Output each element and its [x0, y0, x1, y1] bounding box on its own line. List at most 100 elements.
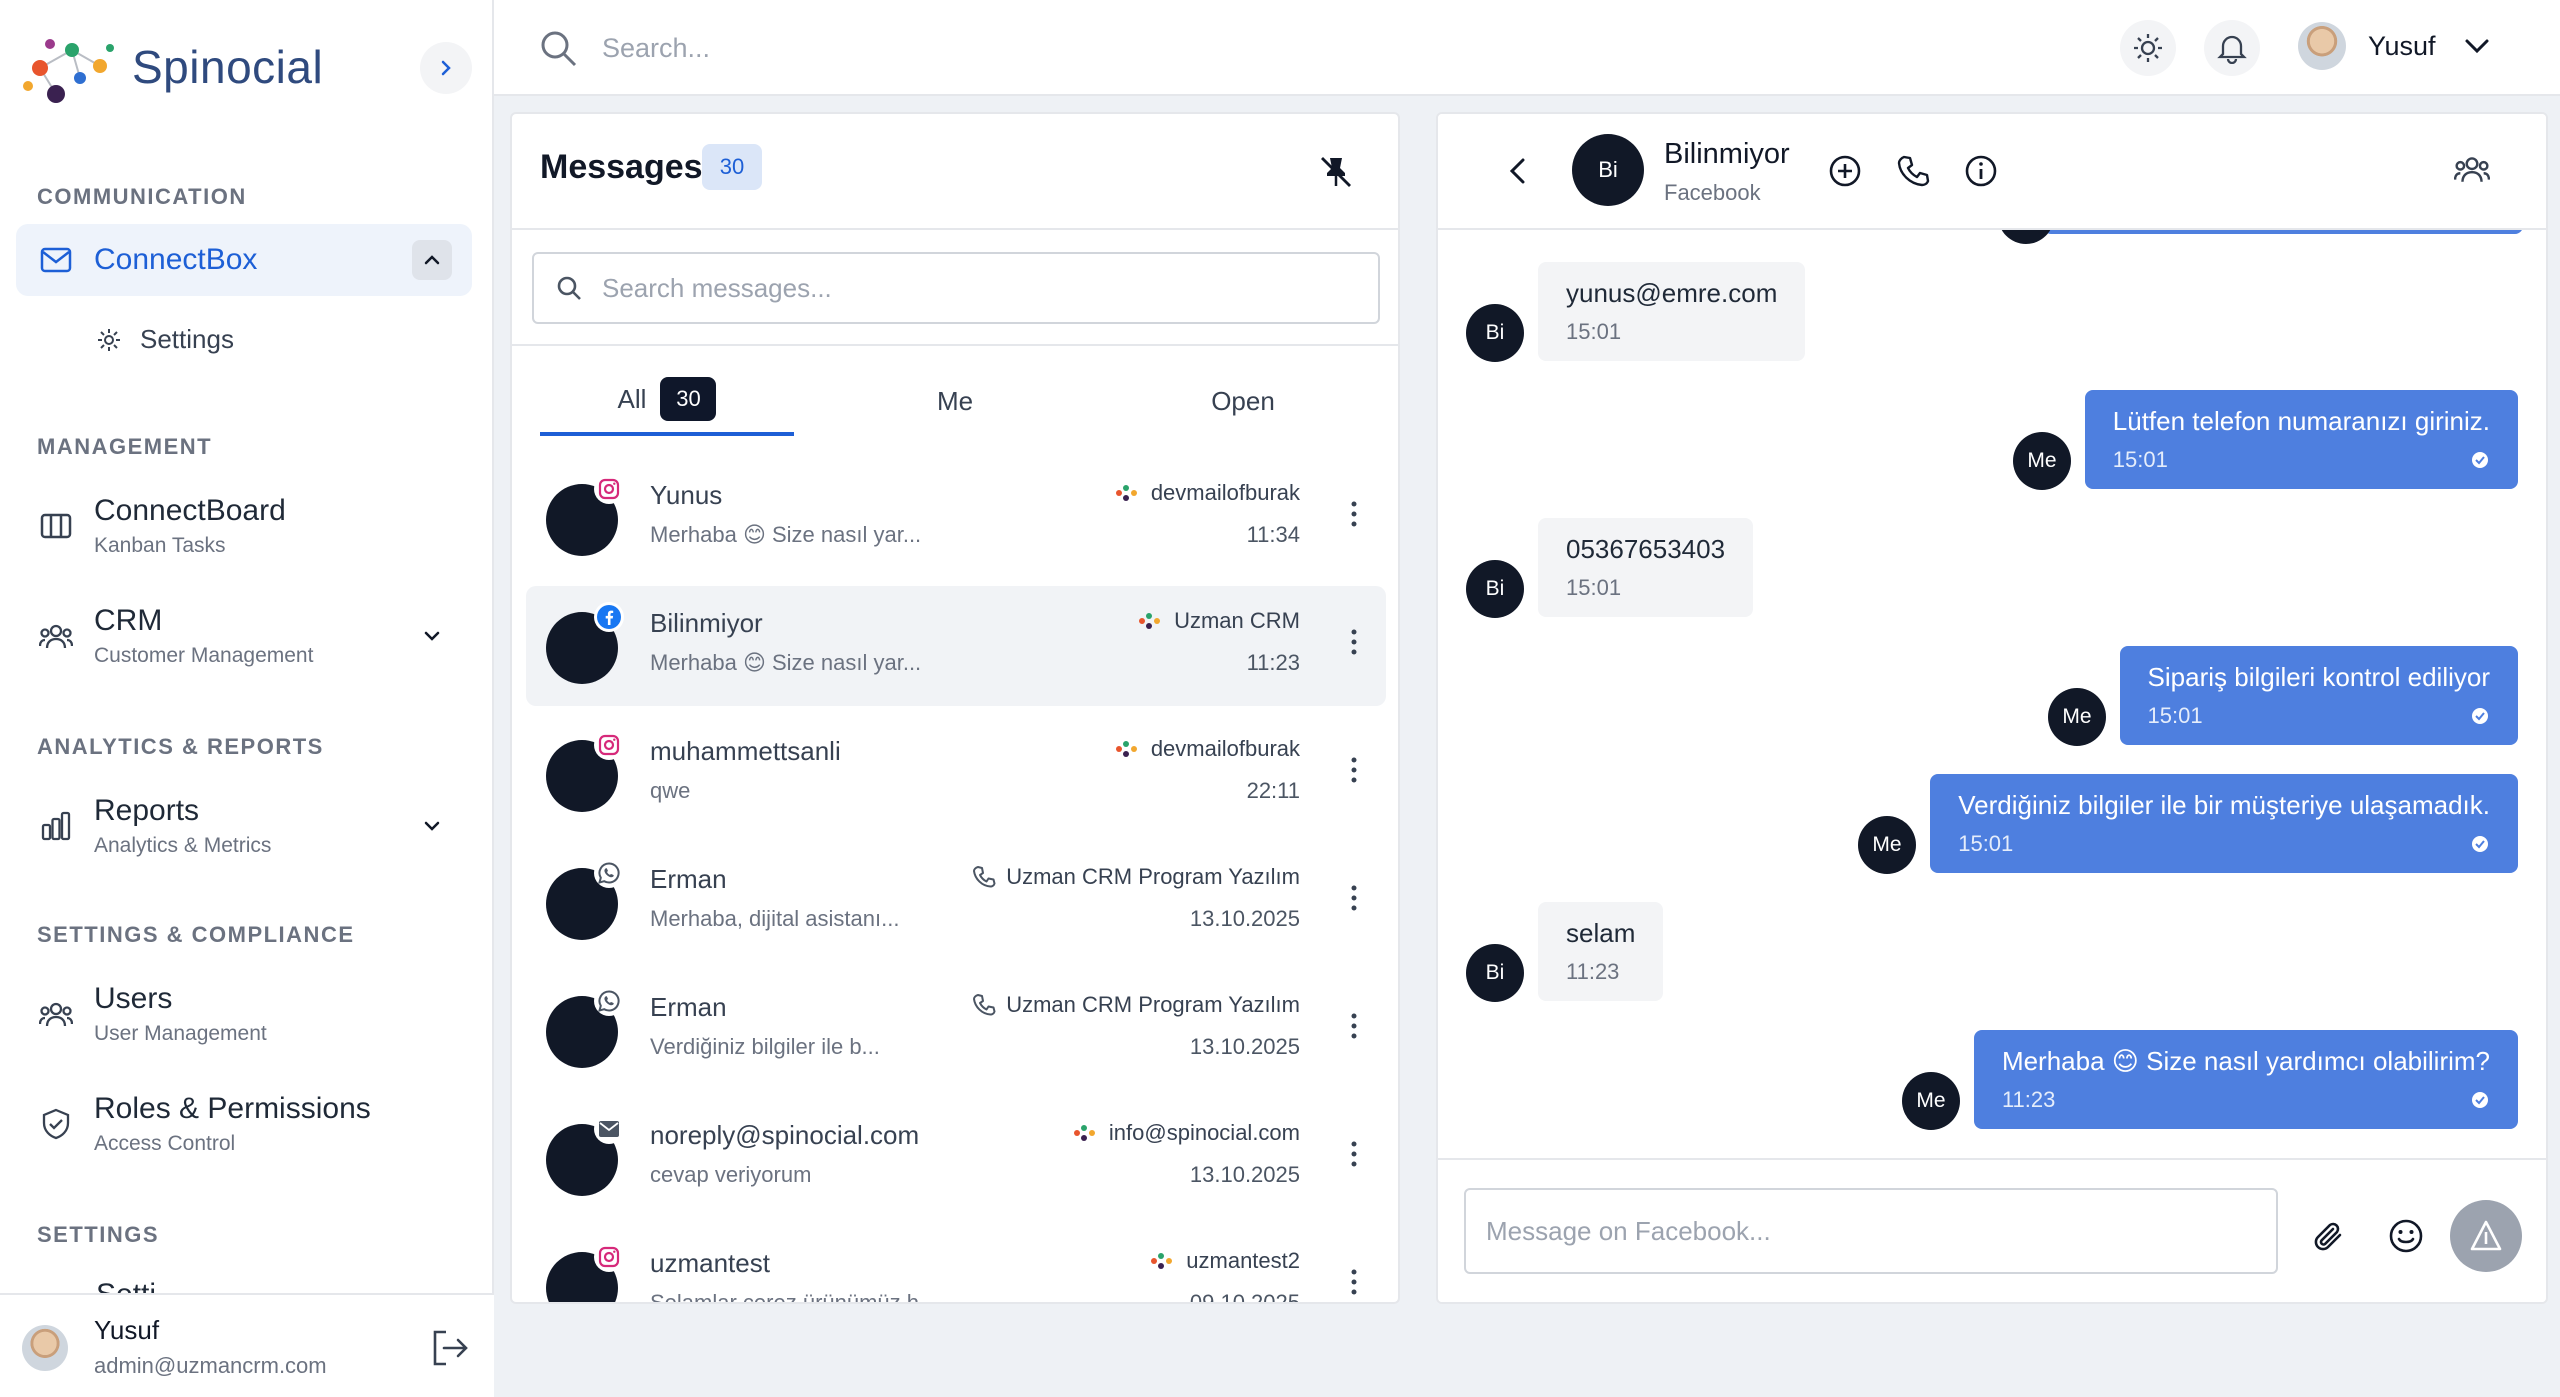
sun-icon	[2134, 34, 2162, 62]
more-vertical-icon	[1351, 885, 1357, 911]
section-title-settings: SETTINGS	[37, 1222, 160, 1247]
conversation-time: 11:34	[1246, 522, 1300, 547]
message-bubble: Merhaba 😊 Size nasıl yardımcı olabilirim…	[1973, 1030, 2518, 1129]
conversation-item[interactable]: Bilinmiyor Merhaba 😊 Size nasıl yar... Uzm…	[526, 586, 1386, 706]
sidebar-item-sub: Analytics & Metrics	[94, 834, 272, 857]
sidebar-subitem-label: Settings	[140, 324, 234, 354]
emoji-button[interactable]	[2388, 1218, 2424, 1254]
conversation-time: 13.10.2025	[1189, 1162, 1300, 1187]
conversation-name: noreply@spinocial.com	[650, 1120, 920, 1150]
user-menu[interactable]: Yusuf	[2298, 22, 2492, 70]
conversation-time: 22:11	[1246, 778, 1300, 803]
conversation-item[interactable]: noreply@spinocial.com cevap veriyorum info…	[526, 1098, 1386, 1218]
sidebar-item-roles[interactable]: Roles & Permissions Access Control	[16, 1086, 472, 1162]
assign-team-button[interactable]	[2454, 154, 2490, 184]
tab-count-badge: 30	[660, 377, 717, 421]
chevron-down-icon	[2465, 39, 2489, 54]
sidebar-item-settings-partial[interactable]: Setti	[96, 1280, 156, 1294]
sidebar-item-label: ConnectBoard	[94, 494, 286, 527]
sidebar-item-crm[interactable]: CRM Customer Management	[16, 598, 472, 674]
smile-icon	[2389, 1219, 2423, 1253]
platform-badge	[594, 1114, 624, 1144]
check-circle-icon	[2472, 452, 2488, 468]
conversation-account: uzmantest2	[1148, 1248, 1300, 1274]
pin-off-icon	[1321, 157, 1351, 187]
add-button[interactable]	[1828, 154, 1862, 188]
message-bubble: selam 11:23	[1538, 902, 1664, 1001]
sidebar-item-reports[interactable]: Reports Analytics & Metrics	[16, 788, 472, 864]
tab-open[interactable]: Open	[1116, 366, 1370, 436]
logout-button[interactable]	[430, 1329, 470, 1367]
conversation-menu-button[interactable]	[1350, 1268, 1358, 1296]
message-input[interactable]: Message on Facebook...	[1464, 1188, 2278, 1274]
global-search[interactable]: Search...	[538, 28, 710, 68]
conversation-menu-button[interactable]	[1350, 500, 1358, 528]
conversation-menu-button[interactable]	[1350, 628, 1358, 656]
avatar	[22, 1325, 68, 1371]
sidebar-item-sub: Access Control	[94, 1132, 236, 1155]
conversation-name: Bilinmiyor	[650, 608, 763, 638]
brand-name: Spinocial	[132, 41, 324, 93]
platform-badge	[594, 858, 624, 888]
collapse-sidebar-button[interactable]	[420, 42, 472, 94]
more-vertical-icon	[1351, 501, 1357, 527]
conversation-item[interactable]: muhammettsanli qwe devmailofburak 22:11	[526, 714, 1386, 834]
theme-toggle-button[interactable]	[2120, 20, 2176, 76]
sidebar-subitem-settings[interactable]: Settings	[96, 324, 234, 355]
section-title-compliance: SETTINGS & COMPLIANCE	[37, 922, 355, 947]
gear-icon	[98, 328, 120, 351]
search-icon	[557, 276, 581, 300]
crm-expand-toggle[interactable]	[412, 616, 452, 656]
call-button[interactable]	[1896, 154, 1930, 188]
contact-avatar: Bi	[1572, 134, 1644, 206]
chevron-right-icon	[441, 60, 451, 76]
instagram-icon	[598, 734, 620, 756]
back-button[interactable]	[1504, 156, 1532, 186]
sidebar-user-footer: Yusuf admin@uzmancrm.com	[0, 1293, 494, 1397]
brand-logo[interactable]: Spinocial	[20, 28, 323, 106]
tab-all[interactable]: All 30	[540, 366, 794, 436]
conversation-menu-button[interactable]	[1350, 1012, 1358, 1040]
sidebar-item-users[interactable]: Users User Management	[16, 976, 472, 1052]
conversation-menu-button[interactable]	[1350, 884, 1358, 912]
tab-me[interactable]: Me	[828, 366, 1082, 436]
mail-icon	[599, 1121, 619, 1137]
phone-icon	[973, 866, 996, 888]
attach-button[interactable]	[2310, 1218, 2346, 1254]
connectbox-collapse-toggle[interactable]	[412, 240, 452, 280]
check-circle-icon	[2472, 708, 2488, 724]
more-vertical-icon	[1351, 757, 1357, 783]
send-button[interactable]	[2450, 1200, 2522, 1272]
info-icon	[1965, 155, 1997, 187]
reports-expand-toggle[interactable]	[412, 806, 452, 846]
conversation-item[interactable]: Yunus Merhaba 😊 Size nasıl yar... devmailo…	[526, 458, 1386, 578]
sidebar-item-label: CRM	[94, 604, 163, 637]
instagram-icon	[598, 478, 620, 500]
messages-panel: Messages 30 Search messages... All 30 Me…	[510, 112, 1400, 1304]
spinocial-account-icon	[1151, 1253, 1173, 1269]
sidebar-item-connectboard[interactable]: ConnectBoard Kanban Tasks	[16, 488, 472, 564]
conversation-time: 13.10.2025	[1189, 906, 1300, 931]
more-vertical-icon	[1351, 1141, 1357, 1167]
messages-search-input[interactable]: Search messages...	[532, 252, 1380, 324]
conversation-item[interactable]: Erman Verdiğiniz bilgiler ile b... Uzman C…	[526, 970, 1386, 1090]
sidebar-item-connectbox[interactable]: ConnectBox	[16, 224, 472, 296]
composer: Message on Facebook...	[1438, 1158, 2546, 1302]
conversation-menu-button[interactable]	[1350, 756, 1358, 784]
message-bubble: 05367653403 15:01	[1538, 518, 1754, 617]
send-icon	[2470, 1220, 2502, 1251]
facebook-icon	[597, 605, 621, 629]
conversation-item[interactable]: uzmantest Selamlar çerez ürünümüz h... uzm…	[526, 1226, 1386, 1304]
unpin-button[interactable]	[1318, 154, 1354, 190]
users-group-icon	[39, 1002, 73, 1027]
conversation-item[interactable]: Erman Merhaba, dijital asistanı... Uzman C…	[526, 842, 1386, 962]
logout-icon	[433, 1330, 468, 1366]
conversation-time: 09.10.2025	[1189, 1290, 1300, 1304]
info-button[interactable]	[1964, 154, 1998, 188]
search-input[interactable]: Search...	[602, 33, 710, 64]
check-circle-icon	[2472, 1092, 2488, 1108]
conversation-preview: Selamlar çerez ürünümüz h...	[650, 1290, 938, 1304]
conversation-name: muhammettsanli	[650, 736, 841, 766]
conversation-menu-button[interactable]	[1350, 1140, 1358, 1168]
notifications-button[interactable]	[2204, 20, 2260, 76]
